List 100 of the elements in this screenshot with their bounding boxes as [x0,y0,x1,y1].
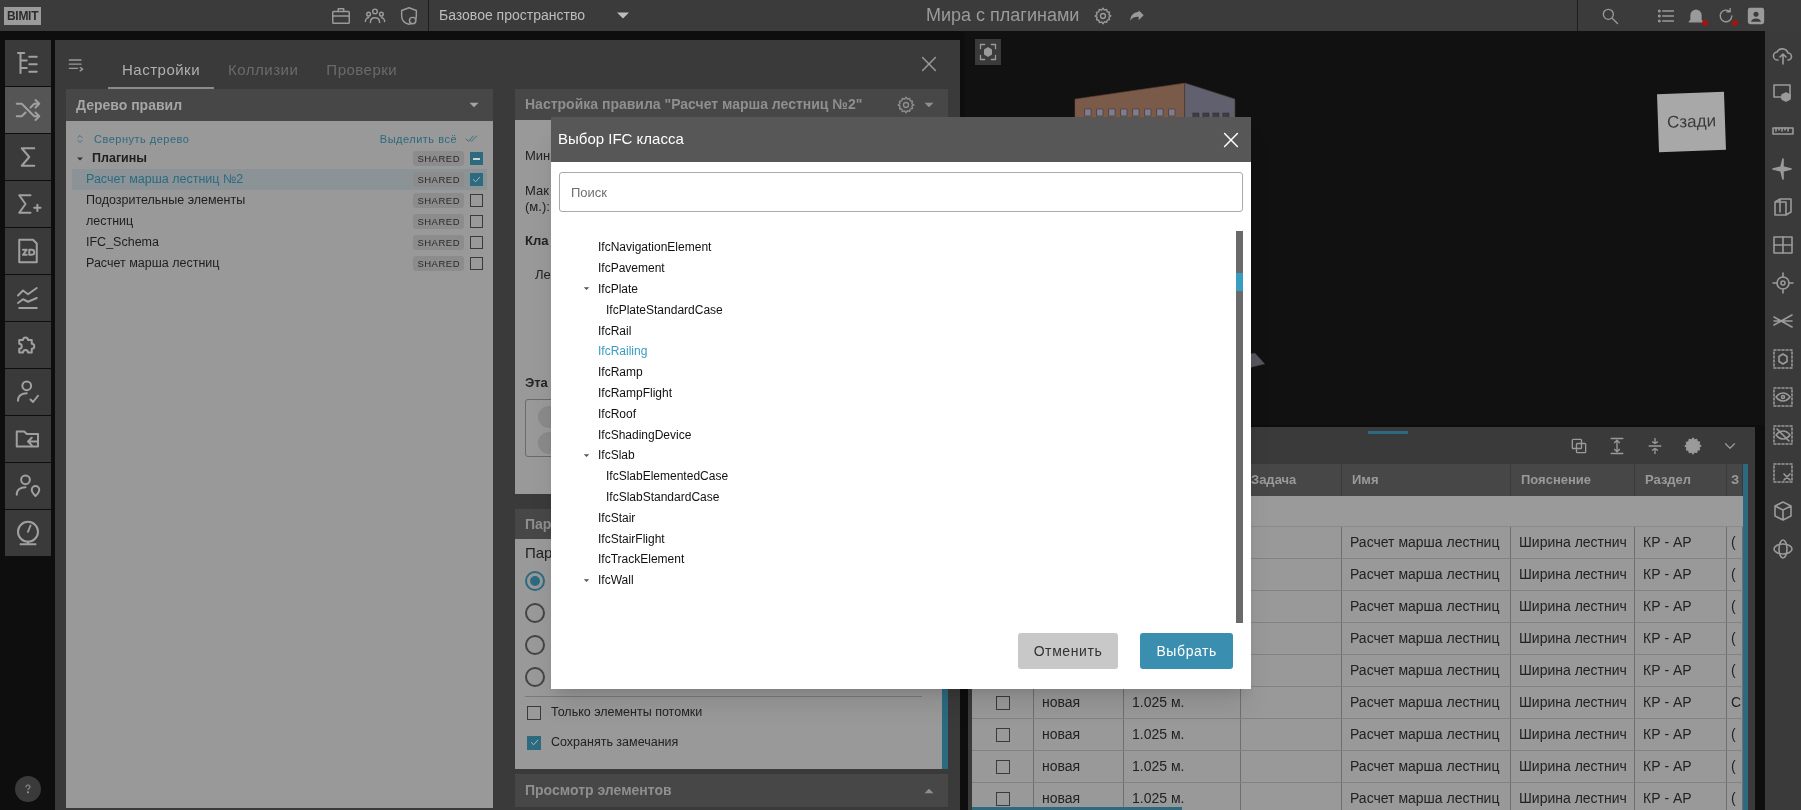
table-cell-text: КР - АР [1643,725,1692,744]
settings-icon[interactable] [1683,435,1703,456]
checkbox[interactable] [995,695,1010,710]
checkbox[interactable] [527,735,541,750]
class-tree-item[interactable]: IfcStairFlight [581,528,1236,549]
checkbox[interactable] [470,257,483,270]
scrollbar[interactable] [972,807,1182,810]
sigma-plus-button[interactable] [5,181,51,227]
checkbox[interactable] [470,194,483,207]
panel-title: Просмотр элементов [525,781,672,800]
box-3d-icon[interactable] [1771,499,1795,523]
class-tree-item[interactable]: IfcPlate [581,278,1236,300]
view-cube[interactable]: Сзади [1657,91,1726,153]
table-cell-text: Ширина лестнич [1519,629,1627,648]
table-cell-text: Расчет марша лестниц [1350,757,1500,776]
checkbox-label: Сохранять замечания [551,734,679,752]
tree-item-label: Расчет марша лестниц №2 [86,171,244,189]
class-name: IfcRoof [598,405,636,423]
section-plane-icon[interactable] [1771,157,1795,181]
tree-row[interactable]: Расчет марша лестниц SHARED [72,253,487,274]
target-icon[interactable] [1771,271,1795,295]
scrollbar[interactable] [1236,231,1243,623]
table-cell-text: Ширина лестнич [1519,725,1627,744]
class-tree-item[interactable]: IfcPavement [581,257,1236,279]
show-icon[interactable] [1771,385,1795,409]
class-tree-item[interactable]: IfcRamp [581,361,1236,383]
checkbox[interactable] [470,236,483,249]
account-icon[interactable] [1746,5,1766,26]
tree-row[interactable]: лестниц SHARED [72,211,487,232]
tree-row[interactable]: IFC_Schema SHARED [72,232,487,253]
checkbox[interactable] [470,215,483,228]
tree-button[interactable] [5,40,51,86]
shared-badge: SHARED [413,256,464,271]
radio-button[interactable] [525,666,545,687]
radio-button[interactable] [525,570,545,591]
checkbox[interactable] [470,173,483,186]
help-button[interactable] [15,776,41,802]
class-tree-item[interactable]: IfcSlabElementedCase [581,465,1236,487]
class-tree-item[interactable]: IfcShadingDevice [581,424,1236,445]
search-field[interactable]: Поиск [559,172,1243,212]
settings-icon[interactable] [896,94,916,115]
table-cell-text: КР - АР [1643,597,1692,616]
table-cell-text: Расчет марша лестниц [1350,661,1500,680]
class-tree-item[interactable]: IfcPlateStandardCase [581,299,1236,321]
class-name: IfcPavement [598,260,665,278]
gauge-button[interactable] [5,510,51,556]
tree-row[interactable]: Подозрительные элементы SHARED [72,190,487,211]
isolate-icon[interactable] [1771,347,1795,371]
class-tree-item[interactable]: IfcRail [581,320,1236,341]
settings-icon[interactable] [1093,5,1114,26]
class-tree-item[interactable]: IfcTrackElement [581,548,1236,570]
orbit-icon[interactable] [1771,537,1795,561]
chart-lines-button[interactable] [5,275,51,321]
checkbox[interactable] [995,727,1010,742]
radio-button[interactable] [525,634,545,655]
panel-title: Дерево правил [76,95,183,115]
class-tree-item[interactable]: IfcRoof [581,403,1236,425]
checkbox[interactable] [527,705,541,720]
shuffle-button[interactable] [5,87,51,133]
checkbox[interactable] [995,759,1010,774]
puzzle-button[interactable] [5,322,51,368]
class-tree-item[interactable]: IfcRailing [581,341,1236,362]
history-icon[interactable] [1716,5,1736,26]
table-cell-text: 1.025 м. [1132,725,1185,744]
hide-icon[interactable] [1771,423,1795,447]
class-name: IfcStairFlight [598,530,665,548]
class-name: IfcSlab [598,447,635,465]
tree-row[interactable]: Расчет марша лестниц №2 SHARED [72,169,487,190]
fit-view-button[interactable] [975,39,1001,65]
class-tree-item[interactable]: IfcStair [581,507,1236,529]
class-name: IfcPlate [598,281,639,298]
tree-row[interactable]: Плагины SHARED [72,148,487,169]
class-tree-item[interactable]: IfcSlabStandardCase [581,486,1236,508]
drawing-2d-button[interactable] [5,228,51,274]
table-cell-text: 1.025 м. [1132,757,1185,776]
check-icon [471,174,482,185]
shield-icon[interactable] [398,4,420,27]
table-cell-text: 1.025 м. [1132,693,1185,712]
table-cell-text: новая [1042,693,1081,712]
table-cell-text: Расчет марша лестниц [1350,533,1500,552]
class-tree-item[interactable]: IfcSlab [581,444,1236,466]
sigma-button[interactable] [5,134,51,180]
checkbox[interactable] [470,152,483,165]
floor-plan-icon[interactable] [1771,233,1795,257]
class-tree-item[interactable]: IfcNavigationElement [581,237,1236,258]
class-tree-item[interactable]: IfcRampFlight [581,382,1236,404]
drag-handle[interactable] [1368,431,1408,434]
user-pin-button[interactable] [5,463,51,509]
panel-title: Пар [525,514,552,534]
checkbox[interactable] [995,791,1010,806]
folder-button[interactable] [5,416,51,462]
project-title: Мира с плагинами [926,4,1080,27]
dialog-button[interactable]: Отменить [1017,633,1119,669]
section-box-icon[interactable] [1771,195,1795,219]
clear-selection-icon[interactable] [1771,461,1795,485]
dialog-button[interactable]: Выбрать [1140,633,1233,669]
workspace-dropdown[interactable]: Базовое пространство [429,0,629,31]
radio-button[interactable] [525,602,545,623]
class-tree-item[interactable]: IfcWall [581,569,1236,591]
user-check-button[interactable] [5,369,51,415]
